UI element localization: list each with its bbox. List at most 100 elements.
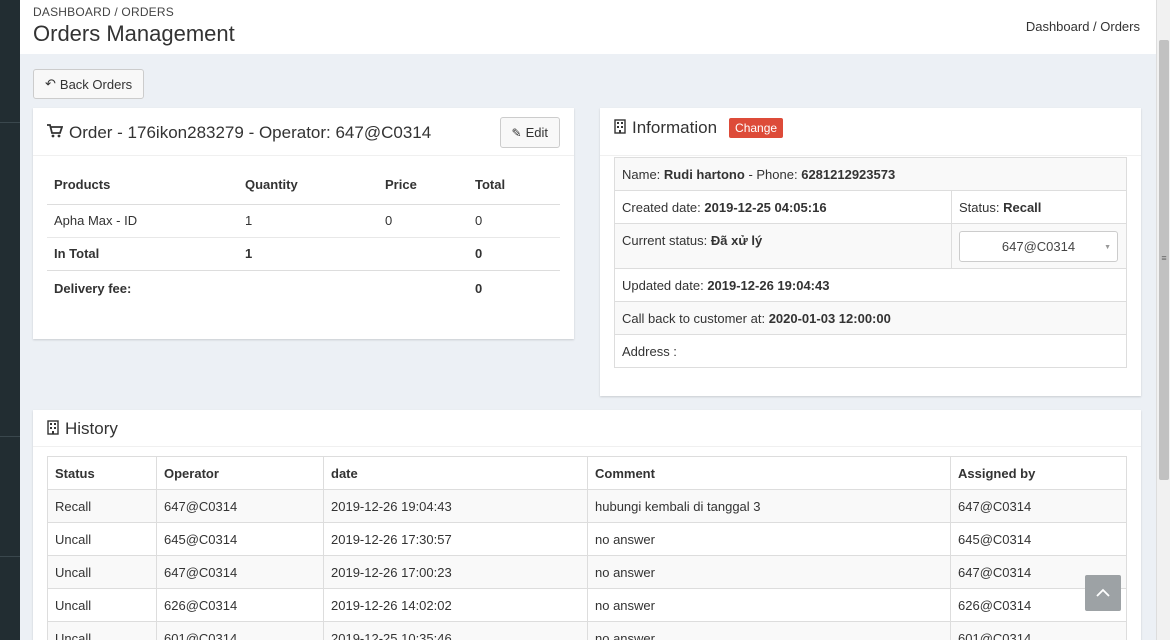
information-box: Information Change Name: Rudi hartono - … [600,108,1141,396]
operator-cell: 647@C0314 [156,489,324,523]
reply-icon: ↶ [45,76,56,91]
column-header: Assigned by [950,456,1127,490]
breadcrumb[interactable]: Dashboard / Orders [1026,19,1140,34]
callback-label: Call back to customer at: [622,310,766,326]
sidebar-divider [0,436,20,437]
information-box-header: Information Change [600,108,1141,156]
created-label: Created date: [622,199,701,215]
delivery-fee-label: Delivery fee: [47,269,238,307]
comment-cell: no answer [587,588,951,622]
vertical-scrollbar[interactable]: ≡ [1156,0,1170,640]
order-box-header: Order - 176ikon283279 - Operator: 647@C0… [33,108,574,156]
in-total-label: In Total [47,236,238,270]
breadcrumb-top: DASHBOARD / ORDERS [33,5,174,19]
sidebar-divider [0,122,20,123]
back-orders-button[interactable]: ↶ Back Orders [33,69,145,99]
total-cell: 0 [468,203,560,237]
delivery-fee-value: 0 [468,269,560,307]
updated-label: Updated date: [622,277,704,293]
updated-row: Updated date: 2019-12-26 19:04:43 [614,268,1127,302]
quantity-cell: 1 [238,203,378,237]
sidebar [0,0,20,640]
order-title-text: Order - 176ikon283279 - Operator: 647@C0… [69,123,432,142]
column-header: Price [378,166,468,205]
assigned-cell: 647@C0314 [950,489,1127,523]
callback-date: 2020-01-03 12:00:00 [768,310,891,326]
callback-row: Call back to customer at: 2020-01-03 12:… [614,301,1127,335]
updated-date: 2019-12-26 19:04:43 [707,277,830,293]
main-content: DASHBOARD / ORDERS Orders Management Das… [20,0,1156,640]
delivery-fee-row: Delivery fee: 0 [47,269,560,307]
operator-select-value: 647@C0314 [1001,238,1076,254]
current-status-row: Current status: Đã xử lý 647@C0314 ▼ [614,223,1127,269]
in-total-quantity: 1 [238,236,378,270]
date-cell: 2019-12-25 10:35:46 [323,621,588,640]
operator-cell: 645@C0314 [156,522,324,556]
status-label: Status: [959,199,1000,215]
in-total-row: In Total 1 0 [47,236,560,270]
address-row: Address : [614,334,1127,368]
status-cell: Uncall [47,588,157,622]
table-row: Uncall 647@C0314 2019-12-26 17:00:23 no … [47,555,1127,589]
in-total-value: 0 [468,236,560,270]
customer-phone: 6281212923573 [801,166,896,182]
operator-cell: 626@C0314 [156,588,324,622]
price-cell: 0 [378,203,468,237]
page-title: Orders Management [33,21,235,46]
pencil-icon: ✎ [511,125,522,140]
table-row: Recall 647@C0314 2019-12-26 19:04:43 hub… [47,489,1127,523]
edit-button[interactable]: ✎ Edit [499,117,560,148]
customer-name: Rudi hartono [663,166,745,182]
change-button[interactable]: Change [729,118,784,138]
history-box-header: History [33,410,1141,447]
status-cell: Recall [47,489,157,523]
content-header: DASHBOARD / ORDERS Orders Management Das… [20,0,1156,54]
status-cell: Uncall [47,621,157,640]
history-box: History Status Operator date Comment Ass… [33,410,1141,640]
building-icon [47,419,59,439]
status-value: Recall [1003,199,1042,215]
date-cell: 2019-12-26 17:30:57 [323,522,588,556]
phone-label: - Phone: [748,166,798,182]
comment-cell: no answer [587,555,951,589]
assigned-cell: 645@C0314 [950,522,1127,556]
date-cell: 2019-12-26 19:04:43 [323,489,588,523]
date-cell: 2019-12-26 17:00:23 [323,555,588,589]
grip-icon: ≡ [1161,253,1167,263]
table-row: Uncall 601@C0314 2019-12-25 10:35:46 no … [47,621,1127,640]
current-status-label: Current status: [622,233,708,248]
order-title: Order - 176ikon283279 - Operator: 647@C0… [47,123,431,143]
information-title-text: Information [632,118,718,137]
shopping-cart-icon [47,124,64,142]
back-orders-label: Back Orders [59,76,133,92]
history-table: Status Operator date Comment Assigned by… [47,456,1127,640]
comment-cell: hubungi kembali di tanggal 3 [587,489,951,523]
chevron-up-icon [1096,584,1110,602]
status-cell: Uncall [47,555,157,589]
column-header: Products [47,166,238,205]
table-header-row: Status Operator date Comment Assigned by [47,456,1127,490]
name-label: Name: [622,166,661,182]
history-title: History [47,419,118,439]
column-header: Total [468,166,560,205]
status-cell: Uncall [47,522,157,556]
created-row: Created date: 2019-12-25 04:05:16 Status… [614,190,1127,224]
column-header: date [323,456,588,490]
table-row: Uncall 626@C0314 2019-12-26 14:02:02 no … [47,588,1127,622]
scroll-to-top-button[interactable] [1085,575,1121,611]
operator-cell: 601@C0314 [156,621,324,640]
name-row: Name: Rudi hartono - Phone: 628121292357… [614,157,1127,191]
edit-label: Edit [525,125,548,140]
current-status-value: Đã xử lý [710,233,763,248]
history-title-text: History [65,419,118,438]
column-header: Status [47,456,157,490]
information-title: Information Change [614,118,784,138]
address-label: Address : [614,334,1127,368]
sidebar-divider [0,556,20,557]
operator-select[interactable]: 647@C0314 ▼ [959,230,1118,262]
operator-cell: 647@C0314 [156,555,324,589]
date-cell: 2019-12-26 14:02:02 [323,588,588,622]
column-header: Quantity [238,166,378,205]
assigned-cell: 601@C0314 [950,621,1127,640]
table-header-row: Products Quantity Price Total [47,166,560,205]
